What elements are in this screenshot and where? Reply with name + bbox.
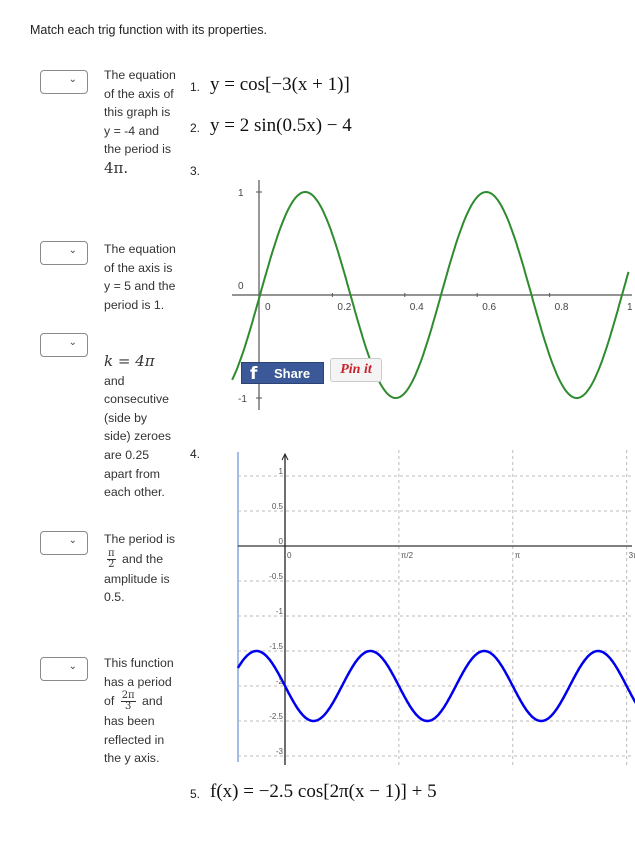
x-tick-label: 0.6: [482, 302, 496, 313]
y-tick-label: -1: [276, 607, 284, 616]
y-tick-label: -2.5: [269, 712, 283, 721]
y-tick-label: -0.5: [269, 572, 283, 581]
x-tick-label: 1: [627, 302, 633, 313]
x-tick-label: 3π: [629, 551, 635, 560]
share-label: Share: [274, 366, 311, 381]
x-tick-label: 0.2: [337, 302, 351, 313]
x-tick-label: 0.4: [410, 302, 424, 313]
y-tick-label: 0: [279, 537, 284, 546]
x-tick-label: π: [515, 551, 521, 560]
facebook-icon: f: [250, 364, 258, 384]
x-tick-label: 0: [265, 302, 271, 313]
y-tick-label: 0: [238, 281, 244, 292]
y-tick-label: -3: [276, 747, 284, 756]
graph-4: 0π/2π3π10.50-0.5-1-1.5-2-2.5-3: [236, 450, 635, 765]
pinterest-button[interactable]: Pin it: [330, 358, 382, 382]
x-tick-label: 0: [287, 551, 292, 560]
graphs: 0 0.2 0.4 0.6 0.8 1 1 0 -1 0 π/2 π 3π 1 0.5 0 -0.5 -1 -1.…: [231, 180, 635, 765]
x-tick-label: 0.8: [555, 302, 569, 313]
y-tick-label: 1: [238, 188, 244, 199]
x-tick-label: π/2: [401, 551, 414, 560]
y-tick-label: -1: [238, 394, 247, 405]
y-tick-label: 1: [279, 467, 284, 476]
y-tick-label: -1.5: [269, 642, 283, 651]
facebook-share-button[interactable]: f Share: [241, 362, 324, 384]
y-tick-label: 0.5: [272, 502, 284, 511]
